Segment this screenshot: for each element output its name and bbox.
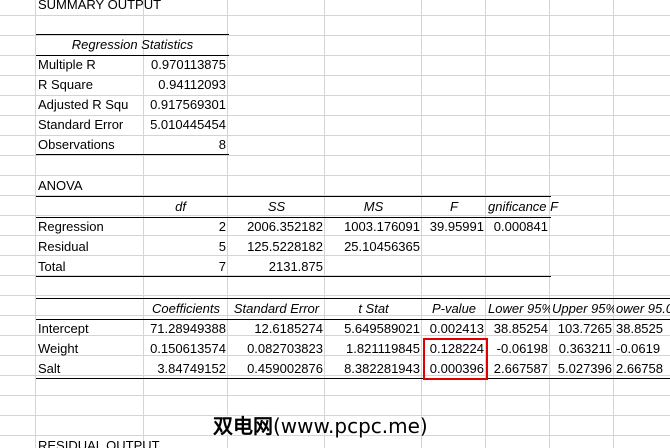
coef-lower[interactable]: 38.85254	[486, 319, 550, 339]
grid-row-line	[0, 15, 670, 16]
coef-p[interactable]: 0.002413	[422, 319, 486, 339]
anova-df[interactable]: 2	[144, 217, 228, 237]
watermark: 双电网(www.pcpc.me)	[213, 410, 428, 439]
anova-row-label[interactable]: Regression	[36, 217, 106, 237]
anova-significance[interactable]: 0.000841	[486, 217, 550, 237]
coef-se[interactable]: 0.082703823	[228, 339, 325, 359]
coef-se[interactable]: 0.459002876	[228, 359, 325, 379]
stat-label[interactable]: Observations	[36, 135, 144, 155]
spreadsheet-grid[interactable]: SUMMARY OUTPUT Regression Statistics Mul…	[0, 0, 670, 448]
coef-upper[interactable]: 0.363211	[550, 339, 614, 359]
grid-row-line	[0, 395, 670, 396]
coef-t[interactable]: 1.821119845	[325, 339, 422, 359]
stat-label[interactable]: Multiple R	[36, 55, 144, 75]
anova-row-label[interactable]: Total	[36, 257, 67, 277]
anova-header-significance-f[interactable]: gnificance F	[486, 197, 576, 217]
coef-lower-95-0[interactable]: 38.8525	[614, 319, 670, 339]
stat-value[interactable]: 0.970113875	[144, 55, 228, 75]
coef-value[interactable]: 0.150613574	[144, 339, 228, 359]
stat-value[interactable]: 0.94112093	[144, 75, 228, 95]
stat-value[interactable]: 5.010445454	[144, 115, 228, 135]
coef-header-lower-95-0[interactable]: ower 95.0	[614, 299, 670, 319]
residual-output-title[interactable]: RESIDUAL OUTPUT	[36, 436, 162, 448]
anova-df[interactable]: 7	[144, 257, 228, 277]
watermark-cjk: 双电网	[213, 414, 273, 438]
regression-statistics-header[interactable]: Regression Statistics	[36, 35, 229, 55]
coef-lower-95-0[interactable]: 2.66758	[614, 359, 670, 379]
grid-column-line	[613, 0, 614, 448]
anova-ms[interactable]: 25.10456365	[325, 237, 422, 257]
coef-header-coefficients[interactable]: Coefficients	[144, 299, 228, 319]
anova-header-ms[interactable]: MS	[325, 197, 422, 217]
stat-label[interactable]: Adjusted R Squ	[36, 95, 144, 115]
coef-header-upper-95[interactable]: Upper 95%	[550, 299, 614, 319]
p-value-highlight-box	[423, 338, 488, 380]
anova-ss[interactable]: 125.5228182	[228, 237, 325, 257]
grid-row-line	[0, 175, 670, 176]
coef-se[interactable]: 12.6185274	[228, 319, 325, 339]
anova-f[interactable]: 39.95991	[422, 217, 486, 237]
anova-ms[interactable]: 1003.176091	[325, 217, 422, 237]
coef-header-lower-95[interactable]: Lower 95%	[486, 299, 550, 319]
coef-header-p-value[interactable]: P-value	[422, 299, 486, 319]
coef-header-t-stat[interactable]: t Stat	[325, 299, 422, 319]
coef-upper[interactable]: 5.027396	[550, 359, 614, 379]
coef-value[interactable]: 3.84749152	[144, 359, 228, 379]
coef-value[interactable]: 71.28949388	[144, 319, 228, 339]
anova-df[interactable]: 5	[144, 237, 228, 257]
anova-row-label[interactable]: Residual	[36, 237, 91, 257]
coef-t[interactable]: 8.382281943	[325, 359, 422, 379]
coef-upper[interactable]: 103.7265	[550, 319, 614, 339]
watermark-url: (www.pcpc.me)	[273, 414, 428, 438]
coef-lower-95-0[interactable]: -0.0619	[614, 339, 670, 359]
anova-ss[interactable]: 2006.352182	[228, 217, 325, 237]
stat-label[interactable]: Standard Error	[36, 115, 144, 135]
anova-title[interactable]: ANOVA	[36, 176, 85, 196]
grid-row-line	[0, 295, 670, 296]
anova-header-f[interactable]: F	[422, 197, 486, 217]
coef-row-label[interactable]: Salt	[36, 359, 62, 379]
coef-lower[interactable]: -0.06198	[486, 339, 550, 359]
anova-header-df[interactable]: df	[144, 197, 228, 217]
coef-lower[interactable]: 2.667587	[486, 359, 550, 379]
anova-ss[interactable]: 2131.875	[228, 257, 325, 277]
coef-row-label[interactable]: Intercept	[36, 319, 91, 339]
summary-title[interactable]: SUMMARY OUTPUT	[36, 0, 163, 15]
grid-row-line	[0, 155, 670, 156]
coef-t[interactable]: 5.649589021	[325, 319, 422, 339]
coef-row-label[interactable]: Weight	[36, 339, 80, 359]
stat-label[interactable]: R Square	[36, 75, 144, 95]
anova-header-ss[interactable]: SS	[228, 197, 325, 217]
stat-value[interactable]: 8	[144, 135, 228, 155]
coef-header-standard-error[interactable]: Standard Error	[228, 299, 325, 319]
stat-value[interactable]: 0.917569301	[144, 95, 228, 115]
